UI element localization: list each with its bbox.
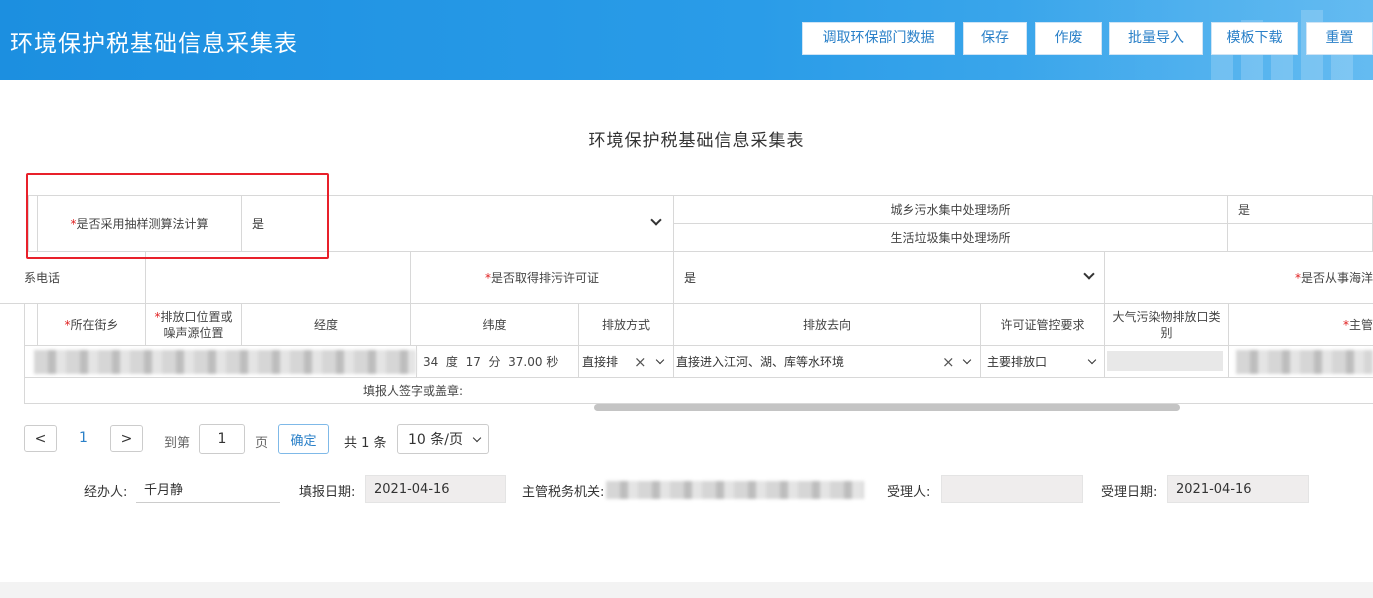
sewage-value: 是 xyxy=(1228,196,1373,224)
redacted-area xyxy=(1236,350,1373,374)
col-permit-req: 许可证管控要求 xyxy=(981,304,1105,346)
handler-label: 经办人: xyxy=(84,485,128,500)
void-button[interactable]: 作废 xyxy=(1035,22,1102,55)
current-page[interactable]: 1 xyxy=(79,430,88,446)
permit-req-select[interactable]: 主要排放口 xyxy=(981,346,1105,378)
confirm-button[interactable]: 确定 xyxy=(278,424,329,454)
app-title: 环境保护税基础信息采集表 xyxy=(10,31,298,57)
clear-icon[interactable]: × xyxy=(634,355,647,370)
chevron-down-icon xyxy=(472,433,482,443)
air-outlet-select[interactable] xyxy=(1105,346,1229,378)
col-main: * 主管 xyxy=(1229,304,1373,346)
fetch-env-data-button[interactable]: 调取环保部门数据 xyxy=(802,22,955,55)
col-method: 排放方式 xyxy=(579,304,674,346)
col-street: * 所在街乡 xyxy=(38,304,146,346)
chevron-down-icon xyxy=(650,214,662,226)
redacted-area xyxy=(606,481,864,499)
total-count: 共 1 条 xyxy=(344,436,387,451)
latitude-input[interactable]: 34 度 17 分 37.00 秒 xyxy=(417,346,579,378)
fill-date-label: 填报日期: xyxy=(299,485,356,500)
goto-label: 到第 xyxy=(164,436,191,451)
permit-label: * 是否取得排污许可证 xyxy=(411,252,674,304)
reset-button[interactable]: 重置 xyxy=(1306,22,1373,55)
accept-date-input[interactable]: 2021-04-16 xyxy=(1167,475,1309,503)
phone-value[interactable] xyxy=(146,252,411,304)
garbage-label: 生活垃圾集中处理场所 xyxy=(674,224,1228,252)
tax-office-label: 主管税务机关: xyxy=(522,485,605,500)
method-select[interactable]: 直接排 × xyxy=(579,346,674,378)
next-page-button[interactable]: > xyxy=(110,425,143,452)
chevron-down-icon xyxy=(1087,355,1097,365)
col-longitude: 经度 xyxy=(242,304,411,346)
page-unit: 页 xyxy=(255,436,269,451)
redacted-area xyxy=(34,350,416,374)
acceptor-input[interactable] xyxy=(941,475,1083,503)
prev-page-button[interactable]: < xyxy=(24,425,57,452)
col-latitude: 纬度 xyxy=(411,304,579,346)
sewage-label: 城乡污水集中处理场所 xyxy=(674,196,1228,224)
clear-icon[interactable]: × xyxy=(942,355,955,370)
col-air-outlet: 大气污染物排放口类别 xyxy=(1105,304,1229,346)
permit-select[interactable]: 是 xyxy=(674,252,1105,304)
highlight-box xyxy=(26,173,329,259)
phone-label: 系电话 xyxy=(0,252,146,304)
accept-date-label: 受理日期: xyxy=(1101,485,1158,500)
form-title: 环境保护税基础信息采集表 xyxy=(588,131,805,151)
col-destination: 排放去向 xyxy=(674,304,981,346)
destination-select[interactable]: 直接进入江河、湖、库等水环境 × xyxy=(674,346,981,378)
batch-import-button[interactable]: 批量导入 xyxy=(1109,22,1203,55)
acceptor-label: 受理人: xyxy=(887,485,931,500)
template-download-button[interactable]: 模板下载 xyxy=(1211,22,1298,55)
bottom-band xyxy=(0,582,1373,598)
handler-input[interactable]: 千月静 xyxy=(136,475,280,503)
chevron-down-icon xyxy=(1083,268,1095,280)
page-size-select[interactable]: 10 条/页 xyxy=(397,424,489,454)
col-outlet-position: *排放口位置或噪声源位置 xyxy=(146,304,242,346)
save-button[interactable]: 保存 xyxy=(963,22,1027,55)
garbage-value xyxy=(1228,224,1373,252)
chevron-down-icon xyxy=(962,355,972,365)
fill-date-input[interactable]: 2021-04-16 xyxy=(365,475,506,503)
horizontal-scrollbar[interactable] xyxy=(594,404,1180,411)
chevron-down-icon xyxy=(655,355,665,365)
marine-label: * 是否从事海洋 xyxy=(1105,252,1373,304)
signature-label: 填报人签字或盖章: xyxy=(24,378,1373,404)
goto-page-input[interactable]: 1 xyxy=(199,424,245,454)
